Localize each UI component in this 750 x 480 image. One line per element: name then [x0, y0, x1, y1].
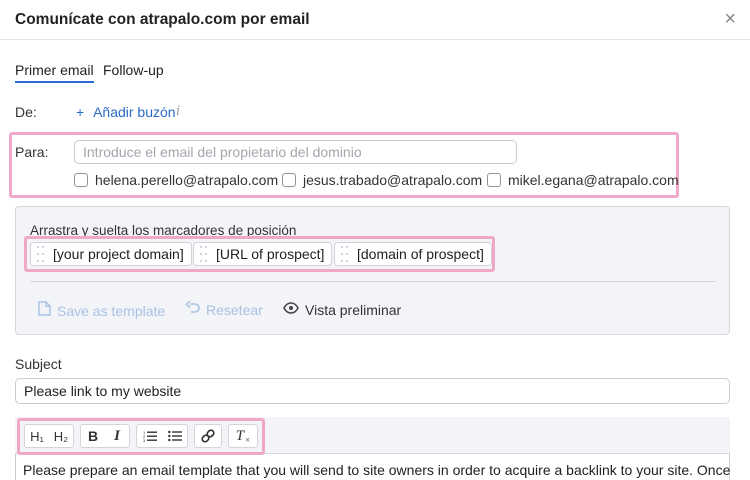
x-mark-icon: × — [245, 435, 251, 445]
chip-url-prospect[interactable]: [URL of prospect] — [193, 242, 333, 266]
chip-project-domain[interactable]: [your project domain] — [30, 242, 192, 266]
format-group: B I — [80, 424, 130, 448]
list-group: 123 — [136, 424, 188, 448]
subject-label: Subject — [15, 356, 62, 372]
link-group — [194, 424, 222, 448]
suggestion-mikel[interactable]: mikel.egana@atrapalo.com — [487, 172, 679, 188]
email-body-text: Please prepare an email template that yo… — [23, 462, 731, 478]
heading-1-button[interactable]: H₁ — [25, 425, 49, 447]
panel-divider — [30, 281, 716, 282]
italic-button[interactable]: I — [105, 425, 129, 447]
heading-2-button[interactable]: H₂ — [49, 425, 73, 447]
mikel-email: mikel.egana@atrapalo.com — [508, 172, 679, 188]
clear-format-label: T — [235, 427, 245, 444]
subject-input[interactable] — [15, 378, 730, 404]
add-mailbox-button[interactable]: + Añadir buzón — [76, 104, 176, 120]
close-icon[interactable]: × — [724, 9, 736, 29]
suggestion-jesus[interactable]: jesus.trabado@atrapalo.com — [282, 172, 482, 188]
chip-label: [domain of prospect] — [357, 246, 484, 262]
tab-follow-up[interactable]: Follow-up — [103, 62, 164, 78]
recipient-email-input[interactable] — [74, 140, 517, 164]
eye-icon — [283, 301, 299, 318]
chip-domain-prospect[interactable]: [domain of prospect] — [334, 242, 492, 266]
reset-label: Resetear — [206, 302, 263, 318]
info-icon[interactable]: i — [176, 104, 180, 119]
save-template-button[interactable]: Save as template — [38, 301, 165, 320]
heading-group: H₁ H₂ — [24, 424, 74, 448]
jesus-email: jesus.trabado@atrapalo.com — [303, 172, 483, 188]
document-icon — [38, 301, 51, 320]
chip-label: [URL of prospect] — [216, 246, 325, 262]
undo-icon — [185, 300, 200, 319]
suggestion-helena[interactable]: helena.perello@atrapalo.com — [74, 172, 278, 188]
link-icon[interactable] — [195, 425, 221, 447]
preview-label: Vista preliminar — [305, 301, 402, 318]
save-template-label: Save as template — [57, 302, 166, 319]
helena-checkbox[interactable] — [74, 173, 88, 187]
helena-email: helena.perello@atrapalo.com — [95, 172, 279, 188]
to-label: Para: — [15, 144, 49, 160]
svg-text:3: 3 — [143, 438, 146, 442]
plus-icon: + — [76, 104, 85, 120]
mikel-checkbox[interactable] — [487, 173, 501, 187]
drag-handle-icon — [339, 246, 353, 262]
preview-button[interactable]: Vista preliminar — [283, 301, 401, 318]
chip-label: [your project domain] — [53, 246, 184, 262]
from-label: De: — [15, 104, 37, 120]
ordered-list-icon[interactable]: 123 — [137, 425, 162, 447]
tab-first-email[interactable]: Primer email — [15, 62, 94, 83]
drag-handle-icon — [35, 246, 49, 262]
reset-button[interactable]: Resetear — [185, 300, 263, 319]
dialog-header: Comunícate con atrapalo.com por email × — [0, 0, 750, 40]
dialog-title: Comunícate con atrapalo.com por email — [15, 11, 310, 28]
add-mailbox-label: Añadir buzón — [93, 104, 176, 120]
drag-handle-icon — [198, 246, 212, 262]
bold-button[interactable]: B — [81, 425, 105, 447]
clear-group: T × — [228, 424, 258, 448]
jesus-checkbox[interactable] — [282, 173, 296, 187]
clear-format-icon[interactable]: T × — [229, 425, 257, 447]
bullet-list-icon[interactable] — [162, 425, 187, 447]
